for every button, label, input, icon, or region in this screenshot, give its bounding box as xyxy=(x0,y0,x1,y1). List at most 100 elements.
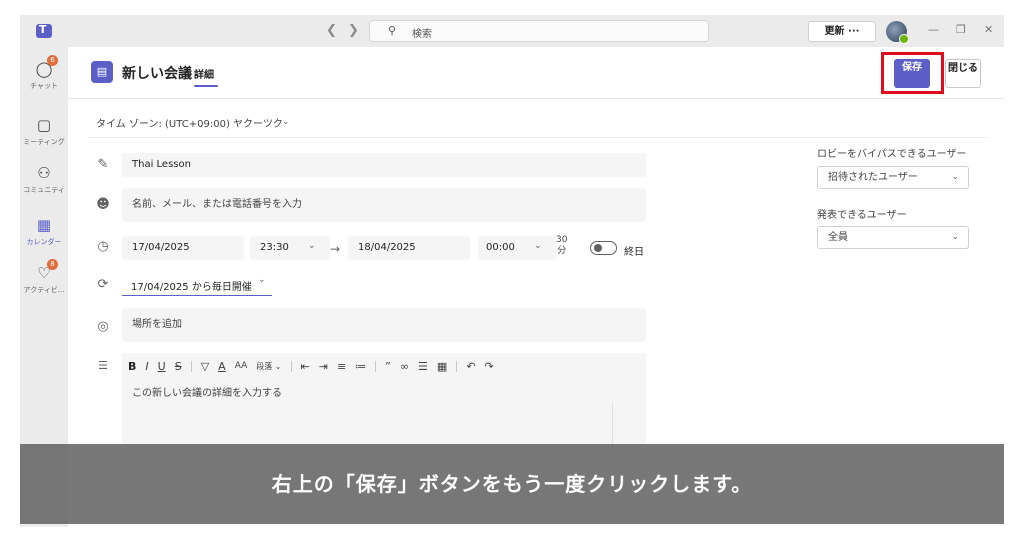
end-time-value: 00:00 xyxy=(486,242,515,253)
recurrence-dropdown[interactable]: 17/04/2025 から毎日開催 ⌄ xyxy=(122,271,272,295)
redo-icon[interactable]: ↷ xyxy=(485,360,494,373)
activity-badge: 8 xyxy=(47,259,58,270)
font-color-icon[interactable]: A xyxy=(218,360,226,373)
toolbar-divider xyxy=(375,360,377,372)
bell-icon: ♡ 8 xyxy=(34,259,58,283)
tutorial-caption: 右上の「保存」ボタンをもう一度クリックします。 xyxy=(20,444,1004,524)
rail-item-label: コミュニティ xyxy=(23,186,65,194)
start-date-field[interactable]: 17/04/2025 xyxy=(122,236,244,260)
paragraph-dropdown[interactable]: 段落 ⌄ xyxy=(256,361,281,372)
forward-icon[interactable]: ❯ xyxy=(348,23,359,38)
timezone-selector[interactable]: タイム ゾーン: (UTC+09:00) ヤクーツク xyxy=(96,115,283,130)
recurrence-underline xyxy=(122,295,272,296)
chevron-down-icon: ⌄ xyxy=(951,232,959,242)
location-field[interactable]: 場所を追加 xyxy=(122,308,646,342)
duration-unit: 分 xyxy=(557,246,567,256)
back-icon[interactable]: ❮ xyxy=(326,23,337,38)
toolbar-divider xyxy=(290,360,292,372)
rail-item-chat[interactable]: ◯ 6 チャット xyxy=(20,55,68,101)
calendar-icon: ▦ xyxy=(36,216,52,234)
search-input[interactable]: ⚲ 検索 xyxy=(369,20,709,42)
bullet-list-icon[interactable]: ≡ xyxy=(337,360,346,373)
chevron-down-icon: ⌄ xyxy=(534,241,542,251)
divider xyxy=(88,137,988,138)
rail-item-label: アクティビ... xyxy=(23,286,65,294)
restore-icon[interactable]: ❐ xyxy=(956,23,966,36)
paragraph-label: 段落 xyxy=(256,361,273,371)
rail-item-label: ミーティング xyxy=(23,138,65,146)
rail-item-meetings[interactable]: ▢ ミーティング xyxy=(20,113,68,157)
strikethrough-icon[interactable]: S xyxy=(175,360,182,373)
avatar[interactable] xyxy=(886,21,909,44)
presenters-select[interactable]: 全員 ⌄ xyxy=(817,226,969,249)
numbered-list-icon[interactable]: ≔ xyxy=(355,360,366,373)
start-time-field[interactable]: 23:30 ⌄ xyxy=(250,236,330,260)
teams-logo-icon xyxy=(36,23,52,38)
duration: 30 分 xyxy=(556,235,567,257)
italic-icon[interactable]: I xyxy=(145,360,148,373)
all-day-label: 終日 xyxy=(624,247,644,258)
editor-placeholder: この新しい会議の詳細を入力する xyxy=(132,388,282,399)
attendees-field[interactable]: 名前、メール、または電話番号を入力 xyxy=(122,188,646,222)
title-field[interactable]: Thai Lesson xyxy=(122,153,646,177)
table-icon[interactable]: ▦ xyxy=(437,360,447,373)
all-day-toggle[interactable] xyxy=(590,241,617,255)
video-icon: ▢ xyxy=(36,116,52,134)
chat-icon: ◯ 6 xyxy=(34,55,58,79)
tab-details[interactable]: 詳細 xyxy=(194,66,214,81)
underline-icon[interactable]: U xyxy=(158,360,166,373)
recurrence-value: 17/04/2025 から毎日開催 xyxy=(131,282,252,293)
community-icon: ⚇ xyxy=(37,164,51,182)
indent-icon[interactable]: ⇥ xyxy=(319,360,328,373)
horizontal-rule-icon[interactable]: ☰ xyxy=(418,360,428,373)
presenters-label: 発表できるユーザー xyxy=(817,210,907,221)
details-icon: ☰ xyxy=(98,359,108,372)
rail-item-community[interactable]: ⚇ コミュニティ xyxy=(20,161,68,205)
end-time-field[interactable]: 00:00 ⌄ xyxy=(478,236,556,260)
lobby-bypass-select[interactable]: 招待されたユーザー ⌄ xyxy=(817,166,969,189)
close-window-icon[interactable]: ✕ xyxy=(984,23,993,36)
search-icon: ⚲ xyxy=(388,24,397,37)
start-time-value: 23:30 xyxy=(260,242,289,253)
link-icon[interactable]: ∞ xyxy=(400,360,409,373)
end-date-field[interactable]: 18/04/2025 xyxy=(348,236,470,260)
toolbar-divider xyxy=(456,360,458,372)
chevron-down-icon: ⌄ xyxy=(308,241,316,251)
add-people-icon: ☻ xyxy=(96,197,110,212)
update-button[interactable]: 更新 ··· xyxy=(808,21,876,42)
quote-icon[interactable]: ” xyxy=(385,360,391,373)
location-icon: ◎ xyxy=(97,319,109,334)
rail-item-label: カレンダー xyxy=(26,238,62,246)
chevron-down-icon: ⌄ xyxy=(258,275,266,285)
arrow-right-icon: → xyxy=(330,242,341,256)
undo-icon[interactable]: ↶ xyxy=(466,360,475,373)
tab-underline xyxy=(194,85,218,87)
pencil-icon: ✎ xyxy=(97,157,109,172)
chat-badge: 6 xyxy=(47,55,58,66)
font-size-icon[interactable]: AA xyxy=(235,361,248,371)
outdent-icon[interactable]: ⇤ xyxy=(301,360,310,373)
editor-header: ▤ 新しい会議 詳細 保存 閉じる xyxy=(68,47,1004,99)
format-toolbar: B I U S ▽ A AA 段落 ⌄ ⇤ ⇥ ≡ ≔ ” ∞ ☰ ▦ ↶ ↷ xyxy=(128,358,503,374)
bold-icon[interactable]: B xyxy=(128,360,136,373)
lobby-bypass-value: 招待されたユーザー xyxy=(828,172,918,183)
save-button[interactable]: 保存 xyxy=(894,59,930,88)
rail-item-label: チャット xyxy=(30,82,58,90)
repeat-icon: ⟳ xyxy=(97,277,109,292)
chevron-down-icon: ⌄ xyxy=(951,172,959,182)
close-button[interactable]: 閉じる xyxy=(945,59,981,88)
page-title: 新しい会議 xyxy=(122,66,192,82)
highlight-icon[interactable]: ▽ xyxy=(201,360,209,373)
calendar-icon: ▤ xyxy=(91,61,113,83)
minimize-icon[interactable]: — xyxy=(928,23,939,36)
lobby-bypass-label: ロビーをバイパスできるユーザー xyxy=(817,149,967,160)
title-bar: ❮ ❯ ⚲ 検索 更新 ··· — ❐ ✕ xyxy=(20,15,1004,47)
rail-item-calendar[interactable]: ▦ カレンダー xyxy=(20,213,68,257)
chevron-down-icon: ⌄ xyxy=(282,117,290,127)
search-placeholder: 検索 xyxy=(412,29,432,40)
presenters-value: 全員 xyxy=(828,232,848,243)
toolbar-divider xyxy=(190,360,192,372)
rail-item-activity[interactable]: ♡ 8 アクティビ... xyxy=(20,259,68,305)
duration-value: 30 xyxy=(556,235,568,245)
clock-icon: ◷ xyxy=(97,239,109,254)
